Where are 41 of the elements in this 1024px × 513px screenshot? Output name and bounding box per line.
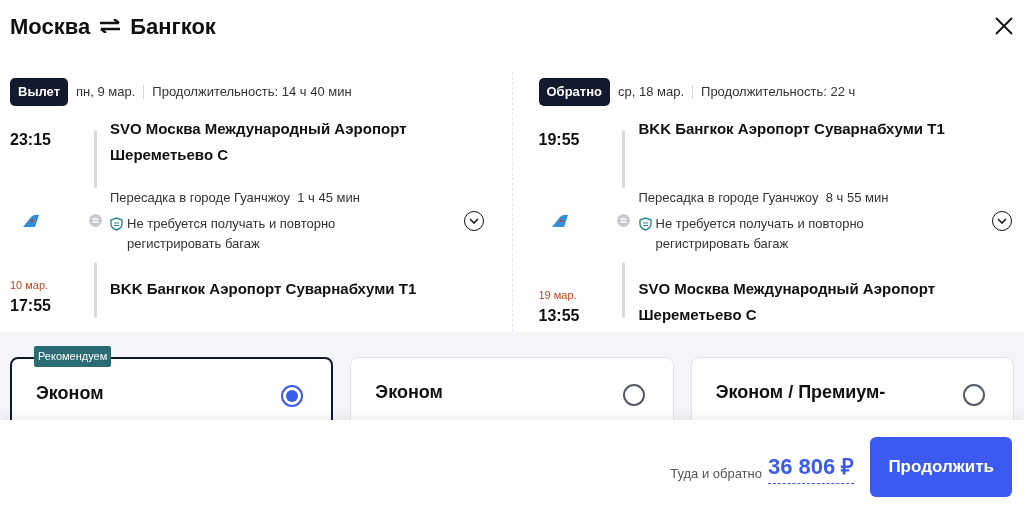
arrival-date: 10 мар. (10, 278, 50, 293)
flight-duration: Продолжительность: 22 ч (701, 83, 856, 102)
continue-button[interactable]: Продолжить (870, 436, 1012, 497)
airline-tail-icon (22, 213, 40, 228)
departure-airport: SVO Москва Международный Аэропорт Шереметьево C (110, 119, 408, 165)
departure-time: 19:55 (538, 131, 580, 148)
recommended-tag: Рекомендуем (34, 346, 112, 367)
transfer-icon (88, 214, 102, 228)
price-label: Туда и обратно (670, 465, 762, 483)
transfer-info: Пересадка в городе Гуанчжоу 1 ч 45 мин (110, 189, 361, 207)
transfer-info: Пересадка в городе Гуанчжоу 8 ч 55 мин (638, 189, 890, 207)
transfer-icon (617, 214, 630, 228)
origin-city: Москва (10, 12, 91, 41)
flight-date: пн, 9 мар. (76, 83, 136, 102)
fare-name: Эконом / Премиум- (715, 381, 886, 404)
baggage-note: Не требуется получать и повторно регистрировать багаж (127, 214, 337, 253)
destination-city: Бангкок (130, 12, 216, 41)
fare-card[interactable]: Эконом / Премиум- (690, 357, 1014, 420)
total-price[interactable]: 36 806 ₽ (768, 449, 855, 484)
flight-date: ср, 18 мар. (618, 83, 685, 102)
direction-badge: Вылет (10, 78, 68, 106)
shield-icon (110, 216, 123, 231)
departure-airport: BKK Бангкок Аэропорт Суварнабхуми T1 (638, 119, 946, 139)
arrival-airport: BKK Бангкок Аэропорт Суварнабхуми T1 (110, 278, 418, 299)
fare-name: Эконом (375, 381, 443, 404)
fare-radio[interactable] (963, 384, 985, 406)
fare-card[interactable]: Эконом (350, 357, 674, 420)
shield-icon (638, 216, 652, 231)
arrival-airport: SVO Москва Международный Аэропорт Шереметьево C (638, 278, 936, 325)
baggage-note: Не требуется получать и повторно регистрировать багаж (655, 214, 865, 253)
arrival-time: 17:55 (10, 295, 52, 316)
flight-duration: Продолжительность: 14 ч 40 мин (152, 83, 352, 102)
arrival-time: 13:55 (538, 305, 581, 326)
fare-name: Эконом (36, 382, 104, 405)
arrival-date: 19 мар. (538, 288, 578, 303)
airline-tail-icon (550, 213, 569, 228)
fare-radio[interactable] (281, 385, 304, 407)
fare-radio[interactable] (622, 384, 645, 406)
departure-time: 23:15 (10, 131, 51, 148)
direction-badge: Обратно (538, 78, 610, 106)
round-trip-arrows-icon (98, 19, 123, 33)
